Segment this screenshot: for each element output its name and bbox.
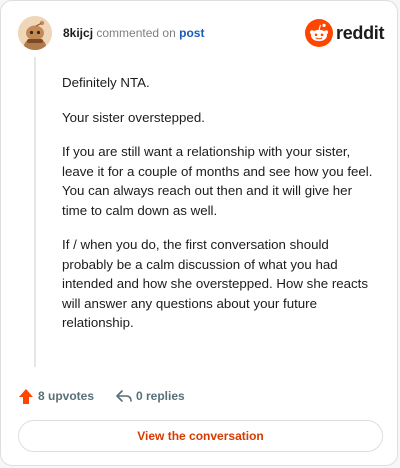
comment-paragraph: Definitely NTA. (62, 75, 150, 90)
comment-body: Definitely NTA. Your sister overstepped.… (62, 73, 380, 348)
reddit-logo[interactable]: reddit (305, 19, 385, 47)
brand-wordmark: reddit (336, 23, 385, 43)
thread-line (34, 57, 36, 367)
comment-paragraph: Your sister overstepped. (62, 109, 205, 125)
reply-control[interactable]: 0 replies (115, 386, 185, 406)
upvote-control[interactable]: 8 upvotes (18, 386, 94, 406)
user-avatar[interactable] (18, 16, 52, 50)
comment-paragraph: If you are still want a relationship wit… (62, 144, 373, 218)
comment-card: 8kijcj commented on post reddit Definite… (0, 0, 398, 466)
action-text: commented on (96, 26, 176, 40)
reply-count: 0 replies (136, 389, 185, 403)
post-link[interactable]: post (179, 26, 204, 40)
username-link[interactable]: 8kijcj (63, 26, 93, 40)
comment-meta: 8kijcj commented on post (63, 27, 204, 40)
upvote-arrow-icon (19, 388, 33, 404)
upvote-count: 8 upvotes (38, 389, 95, 403)
view-conversation-button[interactable]: View the conversation (18, 420, 383, 452)
reply-arrow-icon (116, 390, 132, 402)
reddit-logo-icon (305, 19, 333, 47)
comment-header: 8kijcj commented on post reddit (18, 16, 385, 50)
snoo-avatar-icon (18, 16, 52, 50)
comment-paragraph: If / when you do, the first conversation… (62, 237, 369, 330)
comment-footer: 8 upvotes 0 replies (18, 386, 218, 406)
